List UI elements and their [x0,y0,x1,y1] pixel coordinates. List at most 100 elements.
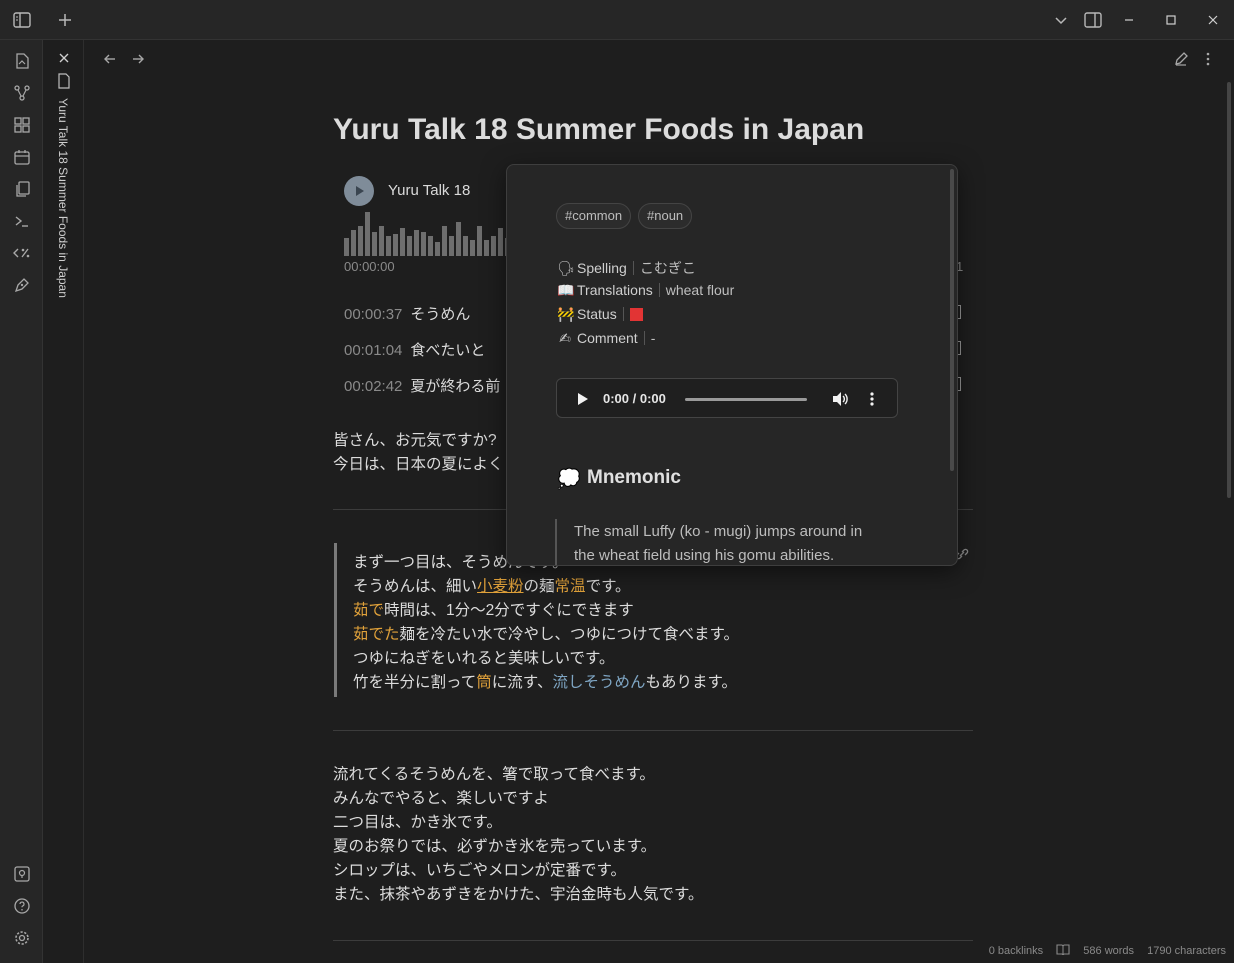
writing-hand-icon: ✍ [559,330,571,346]
maximize-icon[interactable] [1163,12,1179,28]
waveform-bar [414,230,419,256]
open-quick-switcher-icon[interactable] [13,52,31,70]
property-spelling: 🗣 Spelling こむぎこ [557,258,696,278]
divider [333,730,973,731]
copy-files-icon[interactable] [13,180,31,198]
minimize-icon[interactable] [1121,12,1137,28]
highlight-word[interactable]: 茹でた [353,626,400,643]
popover-scrollbar[interactable] [950,169,954,471]
construction-icon: 🚧 [557,306,575,322]
intro-paragraph: 皆さん、お元気ですか? 今日は、日本の夏によく [333,429,504,477]
waveform-bar [400,228,405,256]
property-key: Translations [577,282,653,298]
audio-player: 0:00 / 0:00 [556,378,898,418]
cue-time[interactable]: 00:00:37 [344,306,402,323]
property-value[interactable]: こむぎこ [640,260,696,276]
waveform-bar [421,232,426,256]
templater-icon[interactable] [12,244,32,262]
waveform-bar [344,238,349,256]
quote-line: つゆにねぎをいれると美味しいです。 [353,650,615,667]
quote-text: もあります。 [645,674,737,691]
new-tab-icon[interactable] [56,11,74,29]
vault-switcher-icon[interactable] [13,865,31,883]
pen-tool-icon[interactable] [13,276,31,294]
waveform-bar [491,236,496,256]
cue-row[interactable]: 00:01:04 食べたいと [344,339,485,360]
back-arrow-icon[interactable] [102,51,118,67]
quote-text: 時間は、1分〜2分ですぐにできます [384,602,634,619]
more-options-icon[interactable] [1200,51,1216,67]
property-key: Status [577,306,617,322]
help-icon[interactable] [13,897,31,915]
tag-pill[interactable]: #noun [638,203,693,229]
waveform[interactable] [344,210,514,256]
right-sidebar-toggle-icon[interactable] [1083,11,1103,29]
waveform-bar [449,236,454,256]
cue-row[interactable]: 00:02:42 夏が終わる前 [344,375,500,396]
waveform-bar [456,222,461,256]
mnemonic-line: The small Luffy (ko - mugi) jumps around… [574,523,863,540]
property-translations: 📖 Translations wheat flour [557,282,734,299]
player-time: 00:00:00 [344,259,395,274]
waveform-bar [372,232,377,256]
status-red-square[interactable] [629,308,643,321]
waveform-bar [407,236,412,256]
body-line: 二つ目は、かき氷です。 [333,814,502,831]
speaking-head-icon: 🗣 [557,260,575,276]
cue-time[interactable]: 00:01:04 [344,342,402,359]
reading-mode-icon[interactable] [1056,944,1070,956]
waveform-bar [463,236,468,256]
mnemonic-line: the wheat field using his gomu abilities… [574,547,835,564]
scrollbar[interactable] [1227,82,1231,498]
title-bar [0,0,1234,40]
highlight-word[interactable]: 常温 [555,578,586,595]
highlight-word[interactable]: 流しそうめん [553,674,646,691]
audio-play-icon[interactable] [577,392,589,406]
cue-row[interactable]: 00:00:37 そうめん [344,303,470,324]
edit-mode-icon[interactable] [1173,51,1189,67]
blockquote: まず一つ目は、そうめんです。 そうめんは、細い小麦粉の麺常温です。 茹で時間は、… [353,551,739,695]
body-line: 夏のお祭りでは、必ずかき氷を売っています。 [333,838,657,855]
quote-line: 茹でた麺を冷たい水で冷やし、つゆにつけて食べます。 [353,623,739,647]
quote-text: そうめんは、細い [353,578,478,595]
tab-title[interactable]: Yuru Talk 18 Summer Foods in Japan [56,98,70,298]
body-line: みんなでやると、楽しいですよ [333,790,549,807]
cue-text: 夏が終わる前 [410,378,501,395]
property-value[interactable]: wheat flour [666,282,734,298]
highlight-word[interactable]: 小麦粉 [477,578,524,595]
close-window-icon[interactable] [1205,12,1221,28]
blockquote-bar [334,543,337,697]
property-key: Comment [577,330,638,346]
tab-list-chevron-icon[interactable] [1053,12,1069,28]
status-bar: 0 backlinks 586 words 1790 characters [979,944,1226,957]
quote-text: に流す、 [491,674,553,691]
backlinks-count[interactable]: 0 backlinks [989,945,1043,957]
play-button[interactable] [344,176,374,206]
quote-text: の麺 [523,578,555,595]
settings-gear-icon[interactable] [13,929,31,947]
hover-preview-popover[interactable]: #common #noun 🗣 Spelling こむぎこ 📖 Translation… [506,164,958,566]
volume-icon[interactable] [831,391,849,407]
forward-arrow-icon[interactable] [130,51,146,67]
highlight-word[interactable]: 茹で [353,602,384,619]
waveform-bar [477,226,482,256]
quote-text: です。 [585,578,631,595]
audio-more-icon[interactable] [867,391,877,407]
body-line: 流れてくるそうめんを、箸で取って食べます。 [333,766,655,783]
terminal-icon[interactable] [13,212,31,230]
highlight-word[interactable]: 筒 [476,674,492,691]
audio-seek-slider[interactable] [685,398,807,401]
page-title: Yuru Talk 18 Summer Foods in Japan [333,113,865,146]
quote-line: そうめんは、細い小麦粉の麺常温です。 [353,575,739,599]
player-title: Yuru Talk 18 [388,182,471,199]
close-tab-icon[interactable] [56,50,72,66]
tag-pill[interactable]: #common [556,203,632,229]
cue-time[interactable]: 00:02:42 [344,378,402,395]
sidebar-toggle-icon[interactable] [12,11,32,29]
calendar-icon[interactable] [13,148,31,166]
waveform-bar [351,230,356,256]
waveform-bar [470,240,475,256]
graph-view-icon[interactable] [13,84,31,102]
canvas-grid-icon[interactable] [13,116,31,134]
property-value[interactable]: - [651,330,656,346]
